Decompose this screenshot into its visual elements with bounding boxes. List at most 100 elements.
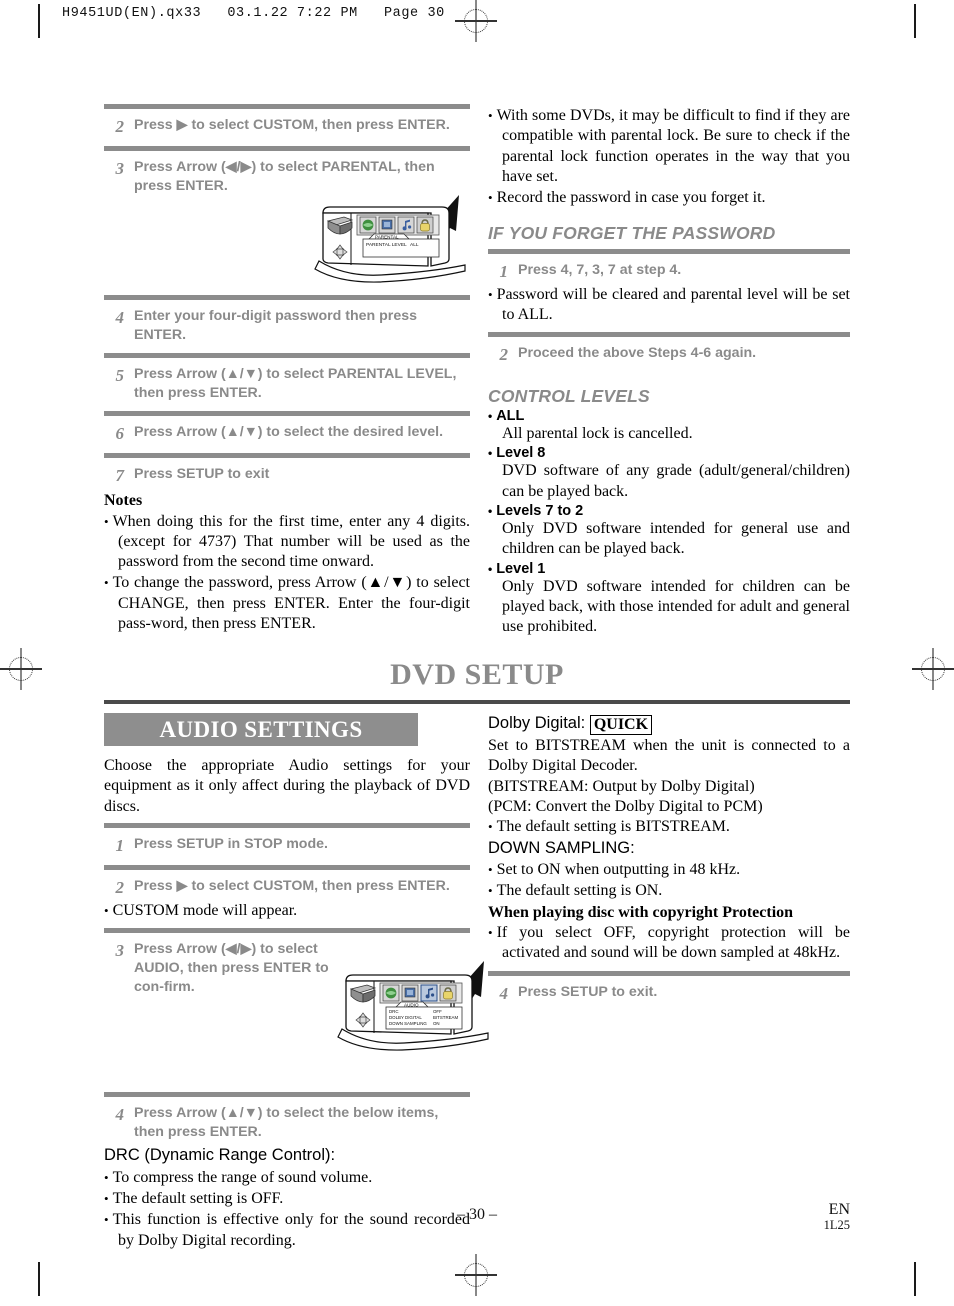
drc-bullet: To compress the range of sound volume. bbox=[104, 1168, 470, 1188]
tv-row-value: OFF bbox=[433, 1009, 442, 1014]
right-column-audio: Dolby Digital: QUICK Set to BITSTREAM wh… bbox=[488, 713, 850, 1014]
tv-row-value: ALL bbox=[410, 242, 419, 248]
drc-title: DRC (Dynamic Range Control): bbox=[104, 1146, 336, 1165]
step-text: Press SETUP to exit. bbox=[518, 984, 658, 1001]
step-number: 3 bbox=[115, 159, 125, 179]
dolby-digital-label: Dolby Digital: bbox=[488, 714, 586, 732]
dolby-digital-row: Dolby Digital: QUICK bbox=[488, 713, 850, 735]
step-text: Press Arrow (◀/▶) to select AUDIO, then … bbox=[134, 941, 329, 996]
step-row: 4 Press SETUP to exit. bbox=[488, 976, 850, 1013]
left-column-audio: Choose the appropriate Audio settings fo… bbox=[104, 752, 489, 1255]
dolby-bitstream-note: (BITSTREAM: Output by Dolby Digital) bbox=[488, 777, 755, 795]
step-text: Proceed the above Steps 4-6 again. bbox=[518, 344, 757, 361]
forget-password-heading: IF YOU FORGET THE PASSWORD bbox=[488, 222, 776, 243]
dvd-setup-title: DVD SETUP bbox=[390, 658, 564, 691]
step-row: 2 Press ▶ to select CUSTOM, then press E… bbox=[104, 109, 470, 146]
tv-row-label: DOWN SAMPLING bbox=[389, 1021, 427, 1026]
registration-mark-left bbox=[0, 648, 42, 690]
level-desc: Only DVD software intended for general u… bbox=[502, 520, 850, 558]
crop-mark-bottom-right bbox=[914, 1262, 916, 1296]
custom-mode-note: CUSTOM mode will appear. bbox=[104, 901, 470, 921]
step-text: Press Arrow (▲/▼) to select the desired … bbox=[134, 423, 444, 440]
step-number: 4 bbox=[499, 984, 509, 1004]
dvd-setup-rule bbox=[104, 700, 850, 704]
step-number: 2 bbox=[115, 117, 125, 136]
step-row: 5 Press Arrow (▲/▼) to select PARENTAL L… bbox=[104, 358, 470, 411]
step-row: 7 Press SETUP to exit bbox=[104, 458, 470, 488]
tv-illustration-audio: AUDIO DRC OFF DOLBY DIGITAL BITSTREAM DO… bbox=[104, 961, 489, 1092]
audio-settings-banner: AUDIO SETTINGS bbox=[104, 713, 418, 746]
tv-row-label: DRC bbox=[389, 1009, 399, 1014]
step-text: Press SETUP to exit bbox=[134, 466, 270, 483]
down-sampling-bullet: Set to ON when outputting in 48 kHz. bbox=[488, 860, 850, 880]
level-label: ALL bbox=[488, 408, 850, 424]
document-code: 1L25 bbox=[823, 1217, 850, 1232]
file-header-stamp: H9451UD(EN).qx33 03.1.22 7:22 PM Page 30 bbox=[62, 6, 445, 21]
step-number: 5 bbox=[115, 365, 125, 385]
step-number: 1 bbox=[115, 835, 125, 855]
step-row: 2 Proceed the above Steps 4-6 again. bbox=[488, 337, 850, 374]
step-row: 2 Press ▶ to select CUSTOM, then press E… bbox=[104, 870, 470, 900]
step-text: Press Arrow (▲/▼) to select the below it… bbox=[134, 1105, 439, 1141]
right-column-top: With some DVDs, it may be difficult to f… bbox=[488, 104, 850, 639]
tv-row-label: DOLBY DIGITAL bbox=[389, 1015, 422, 1020]
step-row: 4 Enter your four-digit password then pr… bbox=[104, 300, 470, 353]
note-item: When doing this for the first time, ente… bbox=[104, 512, 470, 573]
crop-mark-bottom-left bbox=[38, 1262, 40, 1296]
step-number: 2 bbox=[499, 344, 509, 364]
step-row: 1 Press SETUP in STOP mode. bbox=[104, 828, 470, 865]
step-text: Press 4, 7, 3, 7 at step 4. bbox=[518, 261, 682, 278]
step-text: Press ▶ to select CUSTOM, then press ENT… bbox=[134, 117, 450, 133]
dolby-default-note: The default setting is BITSTREAM. bbox=[488, 817, 850, 837]
language-code: EN bbox=[828, 1201, 850, 1218]
crop-mark-top-right bbox=[914, 4, 916, 38]
notes-list: When doing this for the first time, ente… bbox=[104, 512, 470, 635]
level-label: Level 8 bbox=[488, 445, 850, 461]
tv-row-label: PARENTAL LEVEL bbox=[366, 242, 407, 248]
step-number: 4 bbox=[115, 1105, 125, 1125]
level-desc: All parental lock is cancelled. bbox=[502, 425, 693, 443]
level-label: Level 1 bbox=[488, 561, 850, 577]
step-number: 4 bbox=[115, 307, 125, 327]
left-column: 2 Press ▶ to select CUSTOM, then press E… bbox=[104, 104, 470, 638]
registration-mark-top bbox=[455, 0, 497, 42]
notes-heading: Notes bbox=[104, 491, 143, 509]
step-number: 7 bbox=[115, 466, 125, 486]
parental-notes-list: With some DVDs, it may be difficult to f… bbox=[488, 106, 850, 209]
dolby-desc: Set to BITSTREAM when the unit is connec… bbox=[488, 736, 850, 775]
forget-note: Password will be cleared and parental le… bbox=[488, 285, 850, 326]
control-levels-list: ALL All parental lock is cancelled. Leve… bbox=[488, 408, 850, 638]
manual-page: H9451UD(EN).qx33 03.1.22 7:22 PM Page 30… bbox=[0, 0, 954, 1306]
down-sampling-title: DOWN SAMPLING: bbox=[488, 839, 635, 858]
tv-illustration-parental: PARENTAL PARENTAL LEVEL ALL bbox=[104, 194, 470, 295]
tv-row-value: BITSTREAM bbox=[433, 1015, 458, 1020]
step-text: Press SETUP in STOP mode. bbox=[134, 835, 328, 852]
step-text: Press ▶ to select CUSTOM, then press ENT… bbox=[134, 878, 450, 895]
dolby-pcm-note: (PCM: Convert the Dolby Digital to PCM) bbox=[488, 797, 763, 815]
level-desc: DVD software of any grade (adult/general… bbox=[502, 462, 850, 500]
note-item: Record the password in case you forget i… bbox=[488, 188, 850, 208]
quick-badge: QUICK bbox=[589, 715, 653, 735]
step-text: Press Arrow (▲/▼) to select PARENTAL LEV… bbox=[134, 365, 457, 401]
step-row: 4 Press Arrow (▲/▼) to select the below … bbox=[104, 1097, 470, 1142]
page-number: – 30 – bbox=[457, 1206, 497, 1223]
down-sampling-bullet: The default setting is ON. bbox=[488, 881, 850, 901]
copyright-protection-title: When playing disc with copyright Protect… bbox=[488, 903, 794, 921]
language-code-block: EN 1L25 bbox=[823, 1201, 850, 1233]
level-desc: Only DVD software intended for children … bbox=[502, 577, 850, 636]
step-number: 1 bbox=[499, 261, 509, 281]
level-label: Levels 7 to 2 bbox=[488, 503, 850, 519]
crop-mark-top-left bbox=[38, 4, 40, 38]
step-number: 3 bbox=[115, 941, 125, 961]
step-text: Enter your four-digit password then pres… bbox=[134, 307, 417, 343]
tv-row-value: ON bbox=[433, 1021, 440, 1026]
note-item: To change the password, press Arrow (▲/▼… bbox=[104, 573, 470, 634]
note-item: With some DVDs, it may be difficult to f… bbox=[488, 106, 850, 187]
registration-mark-bottom bbox=[455, 1254, 497, 1296]
copyright-protection-note: If you select OFF, copyright protection … bbox=[488, 923, 850, 964]
step-row: 6 Press Arrow (▲/▼) to select the desire… bbox=[104, 416, 470, 453]
control-levels-heading: CONTROL LEVELS bbox=[488, 386, 650, 407]
audio-intro-text: Choose the appropriate Audio settings fo… bbox=[104, 757, 470, 815]
step-number: 6 bbox=[115, 423, 125, 443]
step-number: 2 bbox=[115, 878, 125, 898]
